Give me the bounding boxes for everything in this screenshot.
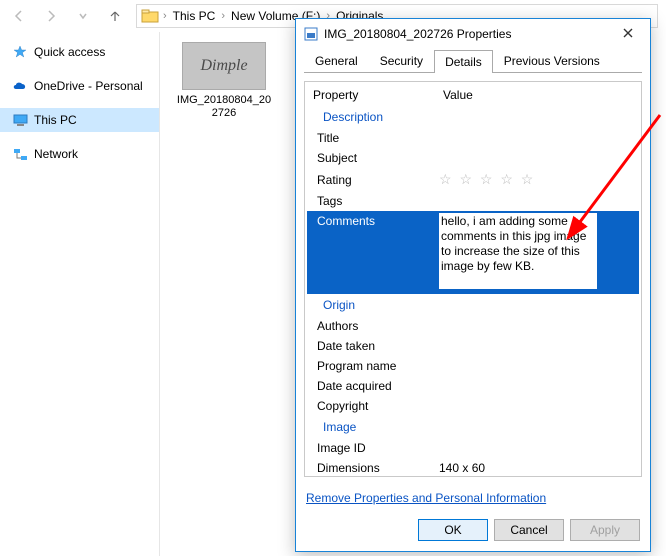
cloud-icon	[12, 78, 28, 94]
details-column-headers: Property Value	[307, 84, 639, 106]
property-row[interactable]: Date acquired	[307, 376, 639, 396]
property-value[interactable]	[437, 211, 639, 294]
property-row[interactable]: Dimensions140 x 60	[307, 458, 639, 472]
property-value: ☆ ☆ ☆ ☆ ☆	[437, 168, 639, 191]
property-name: Title	[307, 128, 437, 148]
sidebar-item-label: OneDrive - Personal	[34, 79, 143, 93]
dialog-button-row: OK Cancel Apply	[296, 511, 650, 551]
chevron-right-icon: ›	[221, 10, 225, 22]
property-value	[437, 383, 639, 389]
property-row[interactable]: Copyright	[307, 396, 639, 416]
comments-input[interactable]	[438, 212, 598, 290]
ok-button[interactable]: OK	[418, 519, 488, 541]
sidebar-item-onedrive[interactable]: OneDrive - Personal	[0, 74, 159, 98]
group-header: Description	[307, 106, 639, 128]
cancel-button[interactable]: Cancel	[494, 519, 564, 541]
property-name: Rating	[307, 170, 437, 190]
property-name: Authors	[307, 316, 437, 336]
image-file-icon	[304, 27, 318, 41]
tab-details[interactable]: Details	[434, 50, 493, 73]
back-button[interactable]	[8, 5, 30, 27]
property-row[interactable]: Date taken	[307, 336, 639, 356]
sidebar-item-network[interactable]: Network	[0, 142, 159, 166]
property-value	[437, 198, 639, 204]
star-icon	[12, 44, 28, 60]
sidebar-item-quick-access[interactable]: Quick access	[0, 40, 159, 64]
property-row[interactable]: Tags	[307, 191, 639, 211]
property-value	[437, 155, 639, 161]
dialog-titlebar[interactable]: IMG_20180804_202726 Properties	[296, 19, 650, 49]
file-thumbnail: Dimple	[182, 42, 266, 90]
property-row[interactable]: Title	[307, 128, 639, 148]
property-name: Date acquired	[307, 376, 437, 396]
property-value	[437, 445, 639, 451]
apply-button[interactable]: Apply	[570, 519, 640, 541]
breadcrumb-item-this-pc[interactable]: This PC	[171, 9, 218, 23]
property-name: Comments	[307, 211, 437, 231]
remove-properties-link[interactable]: Remove Properties and Personal Informati…	[296, 485, 650, 511]
group-header: Image	[307, 416, 639, 438]
network-icon	[12, 146, 28, 162]
navigation-pane: Quick access OneDrive - Personal This PC…	[0, 32, 160, 556]
tab-general[interactable]: General	[304, 49, 369, 72]
property-value	[437, 323, 639, 329]
header-property[interactable]: Property	[313, 88, 443, 102]
property-value	[437, 343, 639, 349]
close-button[interactable]	[614, 22, 642, 46]
pc-icon	[12, 112, 28, 128]
tab-previous-versions[interactable]: Previous Versions	[493, 49, 611, 72]
property-name: Tags	[307, 191, 437, 211]
property-value	[437, 363, 639, 369]
property-name: Image ID	[307, 438, 437, 458]
header-value[interactable]: Value	[443, 88, 633, 102]
property-name: Dimensions	[307, 458, 437, 472]
property-row[interactable]: Rating☆ ☆ ☆ ☆ ☆	[307, 168, 639, 191]
group-header: Origin	[307, 294, 639, 316]
chevron-right-icon: ›	[163, 10, 167, 22]
sidebar-item-label: Network	[34, 147, 78, 161]
property-row[interactable]: Authors	[307, 316, 639, 336]
property-row[interactable]: Comments	[307, 211, 639, 294]
file-name-label: IMG_20180804_202726	[176, 94, 272, 120]
property-name: Copyright	[307, 396, 437, 416]
property-value	[437, 403, 639, 409]
property-name: Subject	[307, 148, 437, 168]
folder-icon	[141, 7, 159, 25]
sidebar-item-label: This PC	[34, 113, 77, 127]
recent-locations-button[interactable]	[72, 5, 94, 27]
forward-button[interactable]	[40, 5, 62, 27]
property-row[interactable]: Image ID	[307, 438, 639, 458]
property-name: Program name	[307, 356, 437, 376]
sidebar-item-this-pc[interactable]: This PC	[0, 108, 159, 132]
up-button[interactable]	[104, 5, 126, 27]
property-row[interactable]: Program name	[307, 356, 639, 376]
details-panel: Property Value DescriptionTitleSubjectRa…	[304, 81, 642, 477]
rating-stars[interactable]: ☆ ☆ ☆ ☆ ☆	[439, 171, 535, 187]
properties-dialog: IMG_20180804_202726 Properties General S…	[295, 18, 651, 552]
property-value	[437, 135, 639, 141]
property-name: Date taken	[307, 336, 437, 356]
property-value: 140 x 60	[437, 458, 639, 472]
sidebar-item-label: Quick access	[34, 45, 105, 59]
dialog-title: IMG_20180804_202726 Properties	[324, 27, 511, 41]
tab-security[interactable]: Security	[369, 49, 434, 72]
file-item[interactable]: Dimple IMG_20180804_202726	[176, 42, 272, 120]
property-row[interactable]: Subject	[307, 148, 639, 168]
dialog-tabs: General Security Details Previous Versio…	[304, 49, 642, 72]
details-list[interactable]: DescriptionTitleSubjectRating☆ ☆ ☆ ☆ ☆Ta…	[307, 106, 639, 472]
